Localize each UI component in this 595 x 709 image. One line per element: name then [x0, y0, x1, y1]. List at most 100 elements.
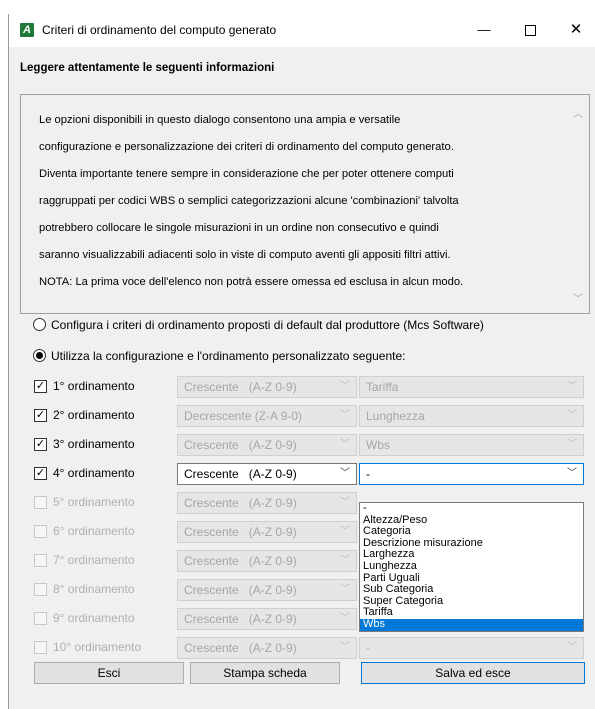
ordering-label: 10° ordinamento — [53, 640, 142, 654]
exit-button[interactable]: Esci — [34, 662, 184, 684]
ordering-label: 6° ordinamento — [53, 524, 135, 538]
info-textbox[interactable]: Le opzioni disponibili in questo dialogo… — [20, 94, 590, 314]
minimize-button[interactable]: — — [469, 19, 499, 41]
radio-default-config[interactable]: Configura i criteri di ordinamento propo… — [33, 318, 484, 332]
maximize-button[interactable] — [515, 19, 545, 41]
info-line: configurazione e personalizzazione dei c… — [39, 141, 454, 153]
ordering-label: 1° ordinamento — [53, 379, 135, 393]
ordering-label: 9° ordinamento — [53, 611, 135, 625]
dropdown-option[interactable]: Super Categoria — [360, 595, 583, 608]
order-direction-value: Crescente (A-Z 0-9) — [184, 612, 297, 626]
info-line: potrebbero collocare le singole misurazi… — [39, 222, 439, 234]
order-field-select[interactable]: - ﹀ — [359, 463, 584, 485]
chevron-down-icon: ﹀ — [567, 642, 577, 653]
radio-default-label: Configura i criteri di ordinamento propo… — [51, 318, 484, 332]
chevron-down-icon[interactable]: ﹀ — [573, 290, 583, 305]
ordering-checkbox[interactable]: ✓ — [34, 467, 47, 480]
order-direction-select[interactable]: Crescente (A-Z 0-9) ﹀ — [177, 521, 357, 543]
ordering-row-2: ✓ 2° ordinamento Decrescente (Z-A 9-0) ﹀ … — [34, 405, 594, 427]
order-field-value: Lunghezza — [366, 409, 425, 423]
ordering-row-3: ✓ 3° ordinamento Crescente (A-Z 0-9) ﹀ Wb… — [34, 434, 594, 456]
order-field-select[interactable]: Tariffa ﹀ — [359, 376, 584, 398]
order-direction-select[interactable]: Crescente (A-Z 0-9) ﹀ — [177, 434, 357, 456]
order-direction-value: Crescente (A-Z 0-9) — [184, 438, 297, 452]
ordering-checkbox[interactable] — [34, 612, 47, 625]
dropdown-option[interactable]: Sub Categoria — [360, 584, 583, 596]
order-direction-select[interactable]: Crescente (A-Z 0-9) ﹀ — [177, 463, 357, 485]
info-line: Diventa importante tenere sempre in cons… — [39, 168, 454, 180]
ordering-row-1: ✓ 1° ordinamento Crescente (A-Z 0-9) ﹀ Ta… — [34, 376, 594, 398]
chevron-down-icon: ﹀ — [340, 642, 350, 653]
order-field-value: - — [366, 641, 370, 655]
order-field-value: Tariffa — [366, 380, 399, 394]
chevron-up-icon[interactable]: ︿ — [573, 105, 583, 120]
chevron-down-icon: ﹀ — [340, 526, 350, 537]
radio-custom-label: Utilizza la configurazione e l'ordinamen… — [51, 349, 406, 363]
chevron-down-icon: ﹀ — [340, 410, 350, 421]
order-field-dropdown-list[interactable]: - Altezza/Peso Categoria Descrizione mis… — [359, 502, 584, 632]
order-direction-value: Crescente (A-Z 0-9) — [184, 641, 297, 655]
ordering-label: 7° ordinamento — [53, 553, 135, 567]
order-direction-select[interactable]: Crescente (A-Z 0-9) ﹀ — [177, 376, 357, 398]
order-direction-select[interactable]: Crescente (A-Z 0-9) ﹀ — [177, 579, 357, 601]
radio-selected-icon[interactable] — [33, 349, 46, 362]
ordering-checkbox[interactable] — [34, 525, 47, 538]
window-title: Criteri di ordinamento del computo gener… — [42, 23, 277, 37]
ordering-checkbox[interactable] — [34, 554, 47, 567]
dropdown-option[interactable]: - — [360, 502, 583, 515]
order-direction-value: Decrescente (Z-A 9-0) — [184, 409, 303, 423]
dropdown-option[interactable]: Tariffa — [360, 607, 583, 619]
chevron-down-icon: ﹀ — [567, 439, 577, 450]
close-button[interactable]: ✕ — [561, 19, 591, 41]
info-line: raggruppati per codici WBS o semplici ca… — [39, 195, 459, 207]
ordering-label: 3° ordinamento — [53, 437, 135, 451]
ordering-label: 4° ordinamento — [53, 466, 135, 480]
ordering-row-10: 10° ordinamento Crescente (A-Z 0-9) ﹀ - ﹀ — [34, 637, 594, 659]
radio-custom-config[interactable]: Utilizza la configurazione e l'ordinamen… — [33, 349, 406, 363]
order-direction-value: Crescente (A-Z 0-9) — [184, 496, 297, 510]
order-direction-select[interactable]: Decrescente (Z-A 9-0) ﹀ — [177, 405, 357, 427]
ordering-label: 2° ordinamento — [53, 408, 135, 422]
order-direction-value: Crescente (A-Z 0-9) — [184, 380, 297, 394]
chevron-down-icon: ﹀ — [567, 381, 577, 392]
ordering-label: 5° ordinamento — [53, 495, 135, 509]
chevron-down-icon: ﹀ — [340, 468, 350, 479]
info-heading: Leggere attentamente le seguenti informa… — [20, 62, 275, 74]
dropdown-option[interactable]: Lunghezza — [360, 560, 583, 573]
ordering-row-4: ✓ 4° ordinamento Crescente (A-Z 0-9) ﹀ - ﹀ — [34, 463, 594, 485]
maximize-icon — [524, 25, 536, 37]
order-field-select[interactable]: Wbs ﹀ — [359, 434, 584, 456]
order-direction-value: Crescente (A-Z 0-9) — [184, 467, 297, 481]
info-line: saranno visualizzabili adiacenti solo in… — [39, 249, 451, 261]
dialog-window: A Criteri di ordinamento del computo gen… — [8, 14, 595, 709]
order-field-select[interactable]: Lunghezza ﹀ — [359, 405, 584, 427]
ordering-checkbox[interactable] — [34, 583, 47, 596]
chevron-down-icon: ﹀ — [340, 381, 350, 392]
ordering-checkbox[interactable] — [34, 641, 47, 654]
radio-circle-icon[interactable] — [33, 318, 46, 331]
chevron-down-icon: ﹀ — [340, 555, 350, 566]
ordering-checkbox[interactable] — [34, 496, 47, 509]
order-field-value: - — [366, 467, 370, 481]
order-direction-select[interactable]: Crescente (A-Z 0-9) ﹀ — [177, 608, 357, 630]
order-direction-value: Crescente (A-Z 0-9) — [184, 525, 297, 539]
order-direction-value: Crescente (A-Z 0-9) — [184, 554, 297, 568]
chevron-down-icon: ﹀ — [340, 613, 350, 624]
info-line: Le opzioni disponibili in questo dialogo… — [39, 114, 401, 126]
print-sheet-button[interactable]: Stampa scheda — [190, 662, 340, 684]
ordering-checkbox[interactable]: ✓ — [34, 380, 47, 393]
ordering-label: 8° ordinamento — [53, 582, 135, 596]
app-icon: A — [20, 23, 34, 37]
ordering-checkbox[interactable]: ✓ — [34, 438, 47, 451]
ordering-checkbox[interactable]: ✓ — [34, 409, 47, 422]
order-direction-select[interactable]: Crescente (A-Z 0-9) ﹀ — [177, 550, 357, 572]
save-and-exit-button[interactable]: Salva ed esce — [361, 662, 585, 684]
order-direction-select[interactable]: Crescente (A-Z 0-9) ﹀ — [177, 492, 357, 514]
dropdown-option-highlighted[interactable]: Wbs — [360, 618, 583, 631]
title-bar[interactable]: A Criteri di ordinamento del computo gen… — [9, 14, 595, 47]
order-direction-select[interactable]: Crescente (A-Z 0-9) ﹀ — [177, 637, 357, 659]
info-line: NOTA: La prima voce dell'elenco non potr… — [39, 276, 464, 288]
order-field-select[interactable]: - ﹀ — [359, 637, 584, 659]
chevron-down-icon: ﹀ — [340, 439, 350, 450]
chevron-down-icon: ﹀ — [340, 497, 350, 508]
